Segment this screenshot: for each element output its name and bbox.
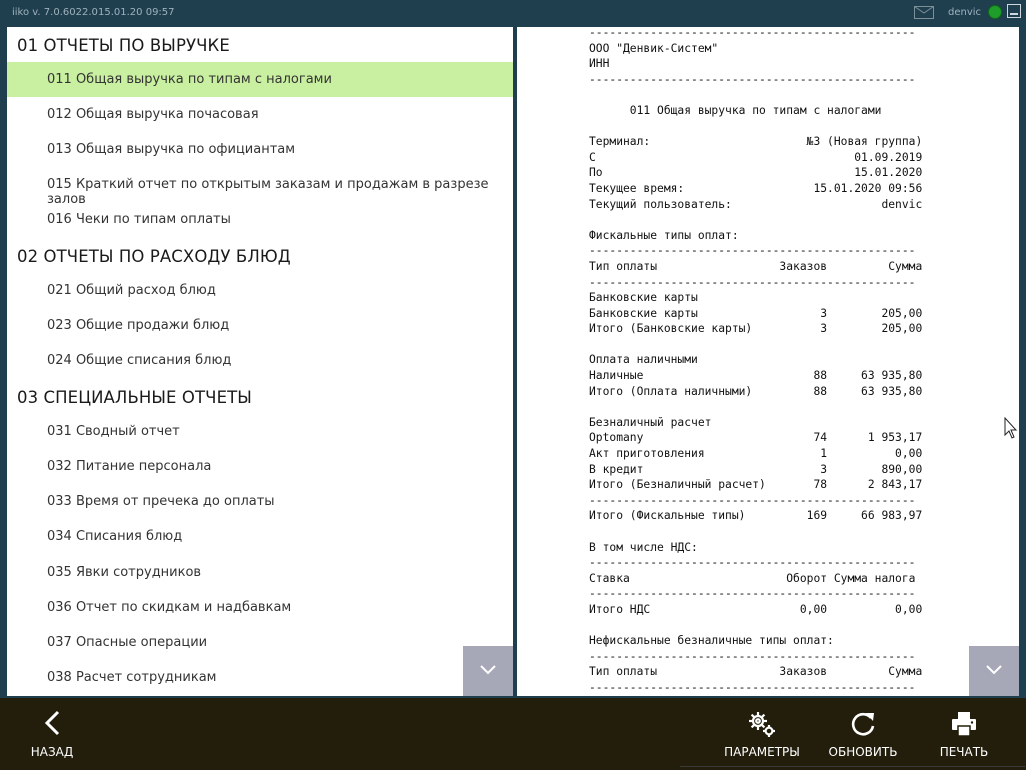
refresh-button[interactable]: ОБНОВИТЬ bbox=[826, 698, 900, 770]
report-item-036[interactable]: 036 Отчет по скидкам и надбавкам bbox=[7, 590, 513, 625]
mail-icon[interactable] bbox=[914, 6, 934, 19]
date-time: 15.01.20 09:57 bbox=[98, 7, 175, 18]
report-item-013[interactable]: 013 Общая выручка по официантам bbox=[7, 132, 513, 167]
back-button[interactable]: НАЗАД bbox=[22, 698, 82, 770]
parameters-button-label: ПАРАМЕТРЫ bbox=[724, 745, 800, 759]
report-item-label: 021 Общий расход блюд bbox=[47, 283, 216, 298]
report-item-label: 034 Списания блюд bbox=[47, 529, 183, 544]
report-item-label: 013 Общая выручка по официантам bbox=[47, 142, 296, 157]
refresh-icon bbox=[851, 712, 875, 736]
report-item-035[interactable]: 035 Явки сотрудников bbox=[7, 555, 513, 590]
report-item-012[interactable]: 012 Общая выручка почасовая bbox=[7, 97, 513, 132]
report-item-label: 036 Отчет по скидкам и надбавкам bbox=[47, 600, 292, 615]
gears-icon bbox=[749, 712, 775, 737]
report-preview: ----------------------------------------… bbox=[517, 27, 1019, 696]
connection-status-indicator bbox=[989, 6, 1001, 18]
report-item-038[interactable]: 038 Расчет сотрудникам bbox=[7, 660, 513, 695]
report-item-031[interactable]: 031 Сводный отчет bbox=[7, 414, 513, 449]
report-item-033[interactable]: 033 Время от пречека до оплаты bbox=[7, 484, 513, 519]
report-item-label: 033 Время от пречека до оплаты bbox=[47, 494, 275, 509]
app-version: iiko v. 7.0.6022.0 bbox=[12, 7, 98, 18]
chevron-down-icon bbox=[986, 665, 1002, 675]
printer-icon bbox=[952, 712, 976, 737]
report-item-label: 023 Общие продажи блюд bbox=[47, 318, 230, 333]
report-item-label: 037 Опасные операции bbox=[47, 635, 208, 650]
print-button-label: ПЕЧАТЬ bbox=[939, 745, 989, 759]
bottom-toolbar: НАЗАД ПАРАМЕТРЫ ОБНОВИТЬ ПЕЧАТЬ bbox=[0, 698, 1026, 770]
chevron-left-icon bbox=[44, 710, 60, 736]
mouse-cursor-icon bbox=[1004, 417, 1018, 439]
report-item-label: 012 Общая выручка почасовая bbox=[47, 107, 259, 122]
report-item-023[interactable]: 023 Общие продажи блюд bbox=[7, 308, 513, 343]
reports-list: 01 ОТЧЕТЫ ПО ВЫРУЧКЕ 011 Общая выручка п… bbox=[7, 27, 513, 696]
list-scroll-down-button[interactable] bbox=[463, 646, 513, 696]
top-bar: iiko v. 7.0.6022.0 15.01.20 09:57 denvic bbox=[0, 0, 1026, 26]
report-scroll-down-button[interactable] bbox=[969, 646, 1019, 696]
report-item-015[interactable]: 015 Краткий отчет по открытым заказам и … bbox=[7, 167, 513, 207]
section-title: 01 ОТЧЕТЫ ПО ВЫРУЧКЕ bbox=[17, 36, 230, 55]
current-user: denvic bbox=[948, 7, 982, 18]
report-item-037[interactable]: 037 Опасные операции bbox=[7, 625, 513, 660]
report-item-034[interactable]: 034 Списания блюд bbox=[7, 519, 513, 554]
section-title: 03 СПЕЦИАЛЬНЫЕ ОТЧЕТЫ bbox=[17, 388, 252, 407]
report-item-label: 032 Питание персонала bbox=[47, 459, 212, 474]
report-item-label: 038 Расчет сотрудникам bbox=[47, 670, 217, 685]
chevron-down-icon bbox=[480, 665, 496, 675]
back-button-label: НАЗАД bbox=[30, 745, 74, 759]
report-item-021[interactable]: 021 Общий расход блюд bbox=[7, 273, 513, 308]
report-text: ----------------------------------------… bbox=[589, 27, 923, 694]
report-item-032[interactable]: 032 Питание персонала bbox=[7, 449, 513, 484]
report-item-label: 016 Чеки по типам оплаты bbox=[47, 212, 231, 227]
divider bbox=[680, 766, 1025, 767]
section-title: 02 ОТЧЕТЫ ПО РАСХОДУ БЛЮД bbox=[17, 247, 291, 266]
report-item-label: 011 Общая выручка по типам с налогами bbox=[47, 72, 332, 87]
parameters-button[interactable]: ПАРАМЕТРЫ bbox=[722, 698, 802, 770]
report-item-label: 035 Явки сотрудников bbox=[47, 565, 202, 580]
print-button[interactable]: ПЕЧАТЬ bbox=[934, 698, 994, 770]
report-item-011[interactable]: 011 Общая выручка по типам с налогами bbox=[7, 62, 513, 97]
report-item-016[interactable]: 016 Чеки по типам оплаты bbox=[7, 202, 513, 237]
refresh-button-label: ОБНОВИТЬ bbox=[828, 745, 898, 759]
report-item-024[interactable]: 024 Общие списания блюд bbox=[7, 343, 513, 378]
report-item-label: 031 Сводный отчет bbox=[47, 424, 180, 439]
report-item-label: 024 Общие списания блюд bbox=[47, 353, 232, 368]
minimize-window-button[interactable] bbox=[1007, 4, 1021, 18]
